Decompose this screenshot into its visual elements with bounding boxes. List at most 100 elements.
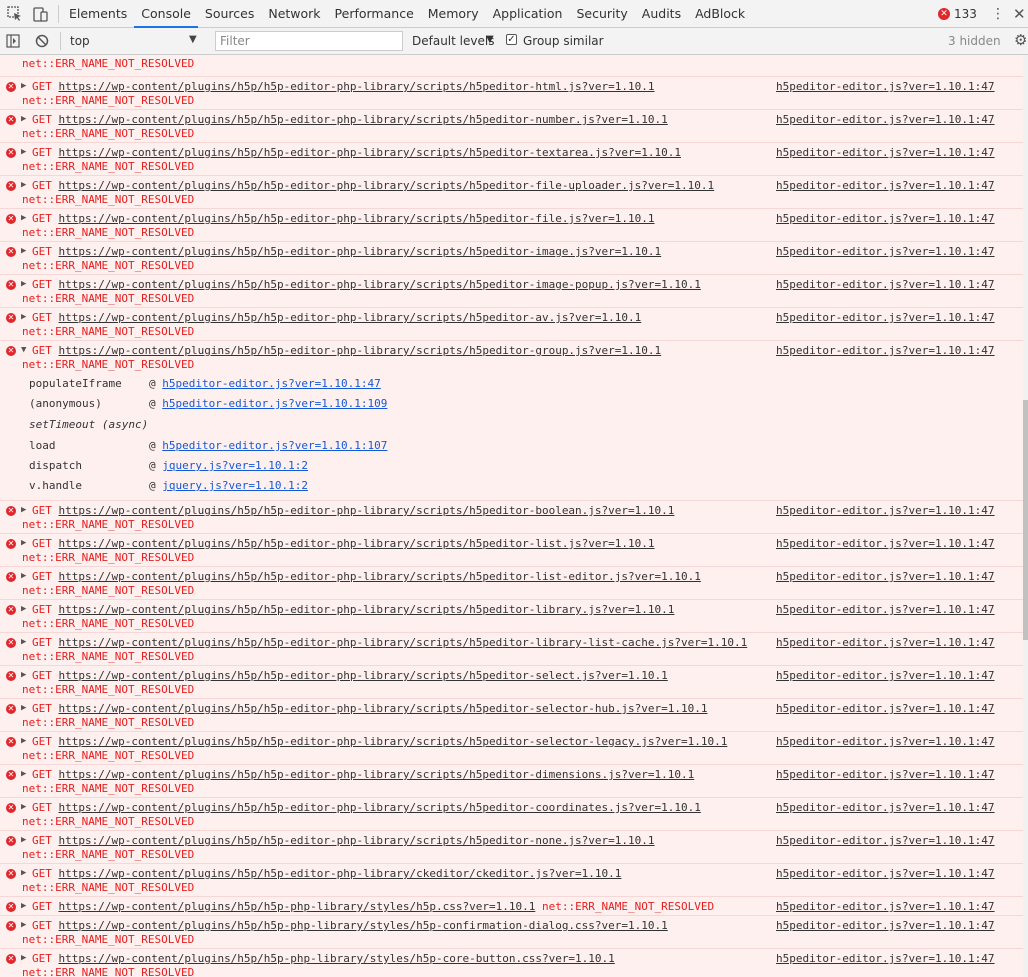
console-message[interactable]: ✕ ▶ GET https://wp-content/plugins/h5p/h5p… — [0, 274, 1023, 307]
resource-url-link[interactable]: https://wp-content/plugins/h5p/h5p-edito… — [59, 80, 655, 93]
stack-source-link[interactable]: jquery.js?ver=1.10.1:2 — [162, 459, 308, 472]
resource-url-link[interactable]: https://wp-content/plugins/h5p/h5p-edito… — [59, 735, 728, 748]
console-message[interactable]: ✕ ▶ GET https://wp-content/plugins/h5p/h5p… — [0, 241, 1023, 274]
expand-triangle-icon[interactable]: ▶ — [21, 213, 26, 223]
log-levels-dropdown[interactable]: Default levels — [412, 34, 494, 48]
resource-url-link[interactable]: https://wp-content/plugins/h5p/h5p-edito… — [59, 570, 701, 583]
stack-source-link[interactable]: h5peditor-editor.js?ver=1.10.1:107 — [162, 439, 387, 452]
tab-console[interactable]: Console — [134, 0, 198, 28]
expand-triangle-icon[interactable]: ▶ — [21, 279, 26, 289]
expand-triangle-icon[interactable]: ▶ — [21, 868, 26, 878]
tab-performance[interactable]: Performance — [328, 0, 421, 28]
console-message[interactable]: ✕ ▶ GET https://wp-content/plugins/h5p/h5p… — [0, 863, 1023, 896]
tab-security[interactable]: Security — [569, 0, 634, 28]
console-message[interactable]: ✕ ▶ GET https://wp-content/plugins/h5p/h5p… — [0, 665, 1023, 698]
console-message[interactable]: ✕ ▶ GET https://wp-content/plugins/h5p/h5p… — [0, 208, 1023, 241]
source-location-link[interactable]: h5peditor-editor.js?ver=1.10.1:47 — [776, 702, 995, 716]
source-location-link[interactable]: h5peditor-editor.js?ver=1.10.1:47 — [776, 113, 995, 127]
gear-icon[interactable]: ⚙ — [1014, 31, 1027, 49]
resource-url-link[interactable]: https://wp-content/plugins/h5p/h5p-edito… — [59, 344, 662, 357]
collapse-triangle-icon[interactable]: ▼ — [21, 345, 26, 355]
source-location-link[interactable]: h5peditor-editor.js?ver=1.10.1:47 — [776, 636, 995, 650]
resource-url-link[interactable]: https://wp-content/plugins/h5p/h5p-edito… — [59, 834, 655, 847]
source-location-link[interactable]: h5peditor-editor.js?ver=1.10.1:47 — [776, 212, 995, 226]
console-message[interactable]: ✕ ▶ GET https://wp-content/plugins/h5p/h5p… — [0, 830, 1023, 863]
console-messages[interactable]: net::ERR_NAME_NOT_RESOLVED ✕ ▶ GET https:/… — [0, 55, 1023, 977]
expand-triangle-icon[interactable]: ▶ — [21, 81, 26, 91]
source-location-link[interactable]: h5peditor-editor.js?ver=1.10.1:47 — [776, 570, 995, 584]
expand-triangle-icon[interactable]: ▶ — [21, 736, 26, 746]
tab-memory[interactable]: Memory — [421, 0, 486, 28]
source-location-link[interactable]: h5peditor-editor.js?ver=1.10.1:47 — [776, 735, 995, 749]
source-location-link[interactable]: h5peditor-editor.js?ver=1.10.1:47 — [776, 952, 995, 966]
expand-triangle-icon[interactable]: ▶ — [21, 312, 26, 322]
resource-url-link[interactable]: https://wp-content/plugins/h5p/h5p-edito… — [59, 669, 668, 682]
tab-audits[interactable]: Audits — [635, 0, 688, 28]
resource-url-link[interactable]: https://wp-content/plugins/h5p/h5p-edito… — [59, 245, 662, 258]
expand-triangle-icon[interactable]: ▶ — [21, 703, 26, 713]
source-location-link[interactable]: h5peditor-editor.js?ver=1.10.1:47 — [776, 603, 995, 617]
stack-source-link[interactable]: jquery.js?ver=1.10.1:2 — [162, 479, 308, 492]
tab-sources[interactable]: Sources — [198, 0, 261, 28]
expand-triangle-icon[interactable]: ▶ — [21, 920, 26, 930]
source-location-link[interactable]: h5peditor-editor.js?ver=1.10.1:47 — [776, 278, 995, 292]
console-message[interactable]: ✕ ▶ GET https://wp-content/plugins/h5p/h5p… — [0, 764, 1023, 797]
stack-source-link[interactable]: h5peditor-editor.js?ver=1.10.1:109 — [162, 397, 387, 410]
resource-url-link[interactable]: https://wp-content/plugins/h5p/h5p-edito… — [59, 867, 622, 880]
source-location-link[interactable]: h5peditor-editor.js?ver=1.10.1:47 — [776, 80, 995, 94]
tab-elements[interactable]: Elements — [62, 0, 134, 28]
inspect-element-icon[interactable] — [6, 5, 24, 23]
console-message[interactable]: ✕ ▶ GET https://wp-content/plugins/h5p/h5p… — [0, 599, 1023, 632]
resource-url-link[interactable]: https://wp-content/plugins/h5p/h5p-edito… — [59, 146, 682, 159]
expand-triangle-icon[interactable]: ▶ — [21, 147, 26, 157]
console-message[interactable]: ✕ ▶ GET https://wp-content/plugins/h5p/h5p… — [0, 500, 1023, 533]
expand-triangle-icon[interactable]: ▶ — [21, 505, 26, 515]
source-location-link[interactable]: h5peditor-editor.js?ver=1.10.1:47 — [776, 801, 995, 815]
source-location-link[interactable]: h5peditor-editor.js?ver=1.10.1:47 — [776, 867, 995, 881]
scrollbar[interactable] — [1023, 55, 1028, 977]
resource-url-link[interactable]: https://wp-content/plugins/h5p/h5p-edito… — [59, 768, 695, 781]
clear-console-icon[interactable] — [35, 34, 49, 48]
console-message[interactable]: ✕ ▶ GET https://wp-content/plugins/h5p/h5p… — [0, 76, 1023, 109]
expand-triangle-icon[interactable]: ▶ — [21, 538, 26, 548]
console-message[interactable]: ✕ ▶ GET https://wp-content/plugins/h5p/h5p… — [0, 175, 1023, 208]
source-location-link[interactable]: h5peditor-editor.js?ver=1.10.1:47 — [776, 311, 995, 325]
source-location-link[interactable]: h5peditor-editor.js?ver=1.10.1:47 — [776, 179, 995, 193]
resource-url-link[interactable]: https://wp-content/plugins/h5p/h5p-edito… — [59, 801, 701, 814]
resource-url-link[interactable]: https://wp-content/plugins/h5p/h5p-edito… — [59, 179, 715, 192]
console-message[interactable]: ✕ ▼ GET https://wp-content/plugins/h5p/h5p… — [0, 340, 1023, 500]
source-location-link[interactable]: h5peditor-editor.js?ver=1.10.1:47 — [776, 900, 995, 914]
console-message[interactable]: ✕ ▶ GET https://wp-content/plugins/h5p/h5p… — [0, 896, 1023, 915]
console-message[interactable]: ✕ ▶ GET https://wp-content/plugins/h5p/h5p… — [0, 109, 1023, 142]
console-message[interactable]: ✕ ▶ GET https://wp-content/plugins/h5p/h5p… — [0, 915, 1023, 948]
expand-triangle-icon[interactable]: ▶ — [21, 637, 26, 647]
source-location-link[interactable]: h5peditor-editor.js?ver=1.10.1:47 — [776, 669, 995, 683]
resource-url-link[interactable]: https://wp-content/plugins/h5p/h5p-edito… — [59, 537, 655, 550]
more-options-icon[interactable]: ⋮ — [991, 5, 1005, 23]
console-message[interactable]: ✕ ▶ GET https://wp-content/plugins/h5p/h5p… — [0, 142, 1023, 175]
console-message[interactable]: ✕ ▶ GET https://wp-content/plugins/h5p/h5p… — [0, 698, 1023, 731]
source-location-link[interactable]: h5peditor-editor.js?ver=1.10.1:47 — [776, 537, 995, 551]
console-message[interactable]: ✕ ▶ GET https://wp-content/plugins/h5p/h5p… — [0, 566, 1023, 599]
resource-url-link[interactable]: https://wp-content/plugins/h5p/h5p-edito… — [59, 504, 675, 517]
tab-network[interactable]: Network — [261, 0, 327, 28]
chevron-down-icon[interactable]: ▼ — [486, 34, 494, 45]
resource-url-link[interactable]: https://wp-content/plugins/h5p/h5p-php-l… — [59, 900, 536, 913]
resource-url-link[interactable]: https://wp-content/plugins/h5p/h5p-edito… — [59, 278, 701, 291]
source-location-link[interactable]: h5peditor-editor.js?ver=1.10.1:47 — [776, 245, 995, 259]
expand-triangle-icon[interactable]: ▶ — [21, 769, 26, 779]
console-message[interactable]: ✕ ▶ GET https://wp-content/plugins/h5p/h5p… — [0, 948, 1023, 977]
expand-triangle-icon[interactable]: ▶ — [21, 246, 26, 256]
expand-triangle-icon[interactable]: ▶ — [21, 604, 26, 614]
source-location-link[interactable]: h5peditor-editor.js?ver=1.10.1:47 — [776, 504, 995, 518]
expand-triangle-icon[interactable]: ▶ — [21, 670, 26, 680]
expand-triangle-icon[interactable]: ▶ — [21, 901, 26, 911]
source-location-link[interactable]: h5peditor-editor.js?ver=1.10.1:47 — [776, 834, 995, 848]
expand-triangle-icon[interactable]: ▶ — [21, 953, 26, 963]
resource-url-link[interactable]: https://wp-content/plugins/h5p/h5p-edito… — [59, 113, 668, 126]
console-message[interactable]: ✕ ▶ GET https://wp-content/plugins/h5p/h5p… — [0, 797, 1023, 830]
tab-application[interactable]: Application — [486, 0, 570, 28]
scrollbar-thumb[interactable] — [1023, 400, 1028, 640]
stack-source-link[interactable]: h5peditor-editor.js?ver=1.10.1:47 — [162, 377, 381, 390]
source-location-link[interactable]: h5peditor-editor.js?ver=1.10.1:47 — [776, 146, 995, 160]
